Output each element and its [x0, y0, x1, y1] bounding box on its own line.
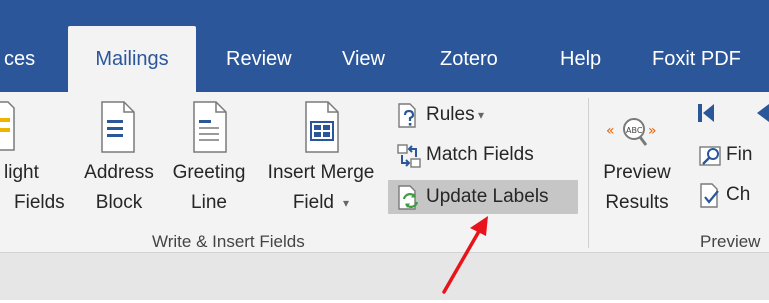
match-fields-icon [396, 143, 422, 169]
highlight-fields-line2[interactable]: Fields [14, 188, 70, 218]
match-fields-button[interactable]: Match Fields [390, 140, 570, 170]
update-labels-icon [396, 185, 422, 211]
tab-view[interactable]: View [342, 26, 385, 92]
rules-button[interactable]: Rules ▾ [390, 100, 510, 130]
find-recipient-label: Fin [726, 144, 753, 165]
group-label-preview: Preview [700, 232, 761, 251]
svg-text:»: » [648, 123, 657, 139]
insert-merge-field-icon [302, 100, 342, 154]
update-labels-button[interactable]: Update Labels [388, 180, 578, 214]
svg-text:ABC: ABC [626, 126, 643, 135]
greeting-line-icon [190, 100, 230, 154]
rules-icon [396, 103, 422, 129]
preview-results-icon: « ABC » [604, 110, 664, 150]
update-labels-label: Update Labels [426, 186, 549, 207]
greeting-line-line2[interactable]: Line [162, 188, 256, 218]
find-icon [698, 143, 724, 169]
tab-mailings[interactable]: Mailings [68, 26, 196, 92]
match-fields-label: Match Fields [426, 144, 534, 165]
ribbon-tab-bar: ces Mailings Review View Zotero Help Fox… [0, 0, 769, 92]
find-recipient-button[interactable]: Fin [696, 140, 769, 170]
document-area-top [0, 253, 769, 300]
preview-results-line1[interactable]: Preview [598, 158, 676, 188]
group-label-write-insert-fields: Write & Insert Fields [152, 232, 305, 251]
tab-zotero[interactable]: Zotero [440, 26, 498, 92]
svg-text:«: « [606, 123, 615, 139]
red-arrow-annotation-icon [436, 212, 496, 298]
highlight-fields-line1[interactable]: light [4, 158, 60, 188]
tab-foxit-pdf[interactable]: Foxit PDF [652, 26, 741, 92]
check-for-errors-button[interactable]: Ch [696, 180, 769, 210]
insert-merge-field-line1[interactable]: Insert Merge [260, 158, 382, 188]
tab-review[interactable]: Review [226, 26, 292, 92]
address-block-line2[interactable]: Block [80, 188, 158, 218]
first-record-icon[interactable] [696, 100, 716, 126]
insert-merge-field-line2[interactable]: Field [290, 188, 334, 218]
address-block-line1[interactable]: Address [80, 158, 158, 188]
check-for-errors-icon [698, 183, 724, 209]
greeting-line-line1[interactable]: Greeting [162, 158, 256, 188]
previous-record-icon[interactable] [752, 100, 769, 126]
tab-help[interactable]: Help [560, 26, 601, 92]
address-block-icon [98, 100, 138, 154]
preview-results-line2[interactable]: Results [598, 188, 676, 218]
rules-caret-icon: ▾ [478, 108, 485, 122]
highlight-fields-icon [0, 100, 22, 152]
check-for-errors-label: Ch [726, 184, 751, 205]
insert-merge-field-caret-icon[interactable]: ▾ [338, 188, 354, 218]
rules-label: Rules [426, 104, 475, 125]
tab-references[interactable]: ces [4, 26, 35, 92]
group-separator [588, 98, 589, 248]
